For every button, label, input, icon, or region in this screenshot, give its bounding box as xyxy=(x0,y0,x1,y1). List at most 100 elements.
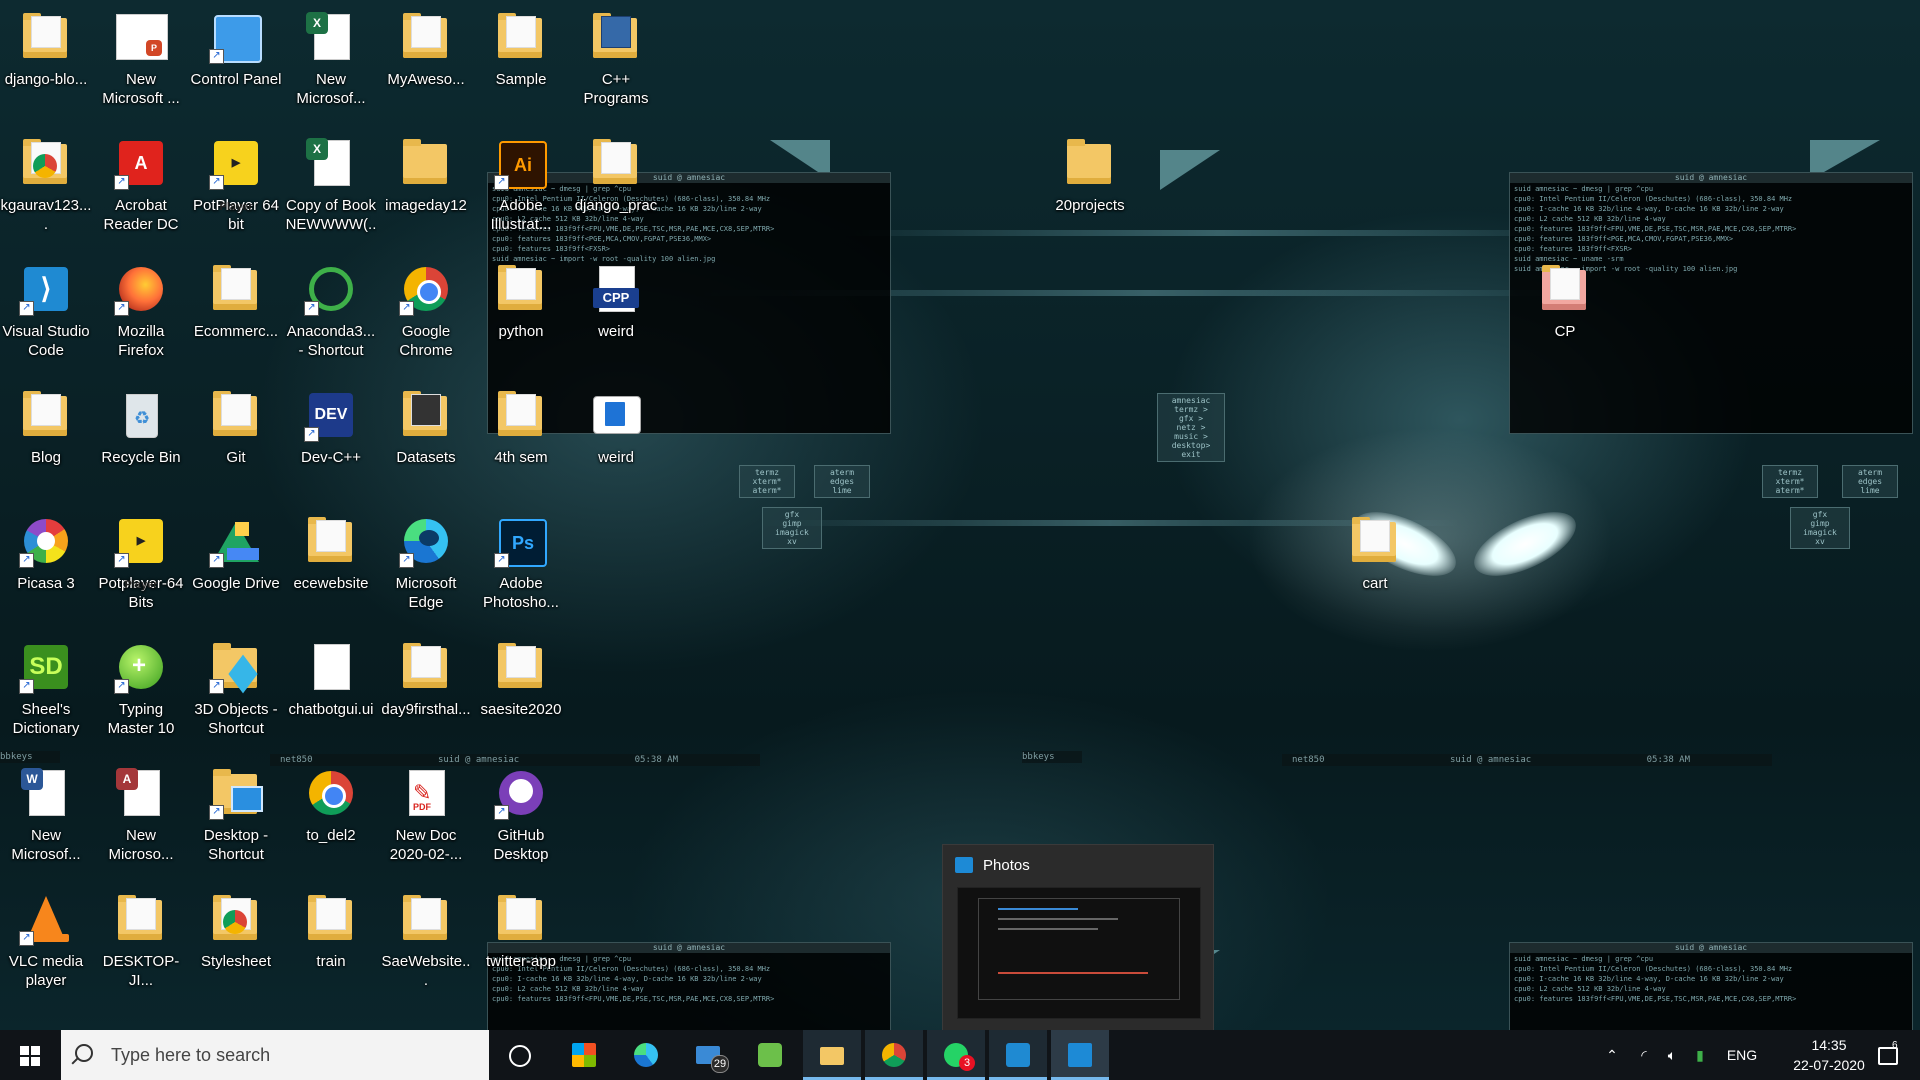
photos-icon xyxy=(955,857,973,873)
desktop-icon-new-doc-pdf[interactable]: ✎ PDF New Doc 2020-02-... xyxy=(380,760,472,880)
desktop-icon-google-chrome[interactable]: ↗ Google Chrome xyxy=(380,256,472,376)
desktop-icon-kgaurav[interactable]: kgaurav123.... xyxy=(0,130,92,250)
desktop-icon-recycle-bin[interactable]: ♻ Recycle Bin xyxy=(95,382,187,502)
desktop-icon-to-del2[interactable]: to_del2 xyxy=(285,760,377,880)
battery-icon[interactable]: ▮ xyxy=(1688,1030,1712,1080)
terminal-line: cpu0: features 183f9ff<FPU,VME,DE,PSE,TS… xyxy=(1514,995,1797,1003)
desktop-icon-day9firsthalf[interactable]: day9firsthal... xyxy=(380,634,472,754)
3d-objects-icon: ↗ xyxy=(209,640,263,694)
show-hidden-icons-button[interactable]: ⌃ xyxy=(1600,1030,1624,1080)
folder-icon xyxy=(399,136,453,190)
desktop-icon-new-access[interactable]: A New Microso... xyxy=(95,760,187,880)
desktop-icon-cpp-programs[interactable]: C++ Programs xyxy=(570,4,662,124)
taskbar-vscode[interactable] xyxy=(989,1030,1047,1080)
volume-icon[interactable]: 🔈︎ xyxy=(1660,1030,1684,1080)
desktop-icon-vlc[interactable]: ↗ VLC media player xyxy=(0,886,92,1006)
start-button[interactable] xyxy=(0,1030,60,1080)
potplayer-icon: ▶ Player ↗ xyxy=(209,136,263,213)
desktop-icon-google-drive[interactable]: ↗ Google Drive xyxy=(190,508,282,628)
desktop-icon-20projects[interactable]: 20projects xyxy=(1044,130,1136,250)
desktop-icon-new-word[interactable]: W New Microsof... xyxy=(0,760,92,880)
desktop-icon-desktop-shortcut[interactable]: ↗ Desktop - Shortcut xyxy=(190,760,282,880)
desktop-icon-new-excel[interactable]: X New Microsof... xyxy=(285,4,377,124)
terminal-title: suid @ amnesiac xyxy=(1510,943,1912,953)
desktop-icon-new-powerpoint[interactable]: P New Microsoft ... xyxy=(95,4,187,124)
desktop-icon-photoshop[interactable]: Ps ↗ Adobe Photosho... xyxy=(475,508,567,628)
taskbar-store[interactable] xyxy=(555,1030,613,1080)
desktop-icon-saewebsite[interactable]: SaeWebsite... xyxy=(380,886,472,1006)
taskbar-edge[interactable] xyxy=(617,1030,675,1080)
photoshop-icon: Ps ↗ xyxy=(494,514,548,568)
desktop-icon-3d-objects[interactable]: ↗ 3D Objects - Shortcut xyxy=(190,634,282,754)
preview-image[interactable] xyxy=(957,887,1201,1019)
desktop-icon-twitter-app[interactable]: twitter-app xyxy=(475,886,567,1006)
taskbar-mail[interactable]: 29 xyxy=(679,1030,737,1080)
search-input[interactable] xyxy=(109,1042,473,1068)
desktop-icon-imageday12[interactable]: imageday12 xyxy=(380,130,472,250)
desktop-icon-sample[interactable]: Sample xyxy=(475,4,567,124)
desktop-icon-vscode[interactable]: ⟩ ↗ Visual Studio Code xyxy=(0,256,92,376)
folder-icon xyxy=(304,892,358,946)
desktop-icon-git[interactable]: Git xyxy=(190,382,282,502)
desktop-icon-cp[interactable]: CP xyxy=(1519,256,1611,376)
desktop-icon-potplayer64[interactable]: ▶ Player↗ PotPlayer 64 bit xyxy=(190,130,282,250)
desktop-icon-anaconda[interactable]: ↗ Anaconda3... - Shortcut xyxy=(285,256,377,376)
desktop-icon-acrobat[interactable]: A ↗ Acrobat Reader DC xyxy=(95,130,187,250)
desktop-icon-django-prac[interactable]: django_prac xyxy=(570,130,662,250)
desktop-icon-picasa[interactable]: ↗ Picasa 3 xyxy=(0,508,92,628)
taskbar-chrome[interactable] xyxy=(865,1030,923,1080)
cpp-file-icon: CPP xyxy=(589,262,643,316)
desktop-icon-github-desktop[interactable]: ↗ GitHub Desktop xyxy=(475,760,567,880)
folder-icon xyxy=(209,262,263,316)
search-icon xyxy=(75,1044,93,1062)
desktop-icon-weird-exe[interactable]: weird xyxy=(570,382,662,502)
folder-icon xyxy=(494,892,548,946)
taskbar-photos[interactable] xyxy=(1051,1030,1109,1080)
desktop-icon-firefox[interactable]: ↗ Mozilla Firefox xyxy=(95,256,187,376)
taskbar-task-view[interactable] xyxy=(490,1030,548,1080)
action-center-button[interactable]: 6 xyxy=(1868,1030,1908,1080)
vscode-icon: ⟩ ↗ xyxy=(19,262,73,316)
desktop-icon-potplayer-64-bits[interactable]: ▶ Player↗ Potplayer-64 Bits xyxy=(95,508,187,628)
icon-label: Sample xyxy=(495,71,547,88)
language-indicator[interactable]: ENG xyxy=(1722,1030,1762,1080)
menu-line: edges xyxy=(829,477,855,486)
desktop-icon-chatbotgui[interactable]: chatbotgui.ui xyxy=(285,634,377,754)
taskbar-whatsapp[interactable]: 3 xyxy=(927,1030,985,1080)
photos-taskbar-preview[interactable]: Photos xyxy=(942,844,1214,1032)
desktop-icon-4th-sem[interactable]: 4th sem xyxy=(475,382,567,502)
desktop-icon-stylesheet[interactable]: Stylesheet xyxy=(190,886,282,1006)
notification-count: 6 xyxy=(1892,1040,1898,1051)
folder-icon xyxy=(494,388,548,442)
desktop-icon-django-blog[interactable]: django-blo... xyxy=(0,4,92,124)
desktop-icon-sheels-dictionary[interactable]: SD ↗ Sheel's Dictionary xyxy=(0,634,92,754)
taskbar-file-explorer[interactable] xyxy=(803,1030,861,1080)
network-icon[interactable]: ◜ xyxy=(1632,1030,1656,1080)
desktop-icon-cart[interactable]: cart xyxy=(1329,508,1421,628)
desktop-icon-illustrator[interactable]: Ai ↗ Adobe Illustrat... xyxy=(475,130,567,250)
desktop-icon-weird-cpp[interactable]: CPP weird xyxy=(570,256,662,376)
desktop-icon-control-panel[interactable]: ↗ Control Panel xyxy=(190,4,282,124)
desktop-icon-python[interactable]: python xyxy=(475,256,567,376)
desktop-icon-desktop-ji[interactable]: DESKTOP-JI... xyxy=(95,886,187,1006)
taskbar-clock[interactable]: 14:35 22-07-2020 xyxy=(1784,1035,1874,1075)
folder-icon xyxy=(304,514,358,568)
folder-icon xyxy=(209,388,263,442)
access-icon: A xyxy=(114,766,168,820)
desktop-icon-copy-of-book[interactable]: X Copy of Book NEWWWW(... xyxy=(285,130,377,250)
desktop-icon-train[interactable]: train xyxy=(285,886,377,1006)
taskbar-feedly[interactable] xyxy=(741,1030,799,1080)
word-icon: W xyxy=(19,766,73,820)
desktop-icon-ecewebsite[interactable]: ecewebsite xyxy=(285,508,377,628)
desktop-icon-saesite2020[interactable]: saesite2020 xyxy=(475,634,567,754)
desktop-icon-devcpp[interactable]: DEV ↗ Dev-C++ xyxy=(285,382,377,502)
desktop-icon-typing-master[interactable]: + ↗ Typing Master 10 xyxy=(95,634,187,754)
desktop-icon-ecommerce[interactable]: Ecommerc... xyxy=(190,256,282,376)
icon-label: Adobe Photosho... xyxy=(483,575,559,611)
desktop-icon-myawesome[interactable]: MyAweso... xyxy=(380,4,472,124)
desktop-icon-microsoft-edge[interactable]: ↗ Microsoft Edge xyxy=(380,508,472,628)
desktop-icon-blog[interactable]: Blog xyxy=(0,382,92,502)
taskbar-search-box[interactable] xyxy=(61,1030,489,1080)
illustrator-icon: Ai ↗ xyxy=(494,136,548,190)
desktop-icon-datasets[interactable]: Datasets xyxy=(380,382,472,502)
